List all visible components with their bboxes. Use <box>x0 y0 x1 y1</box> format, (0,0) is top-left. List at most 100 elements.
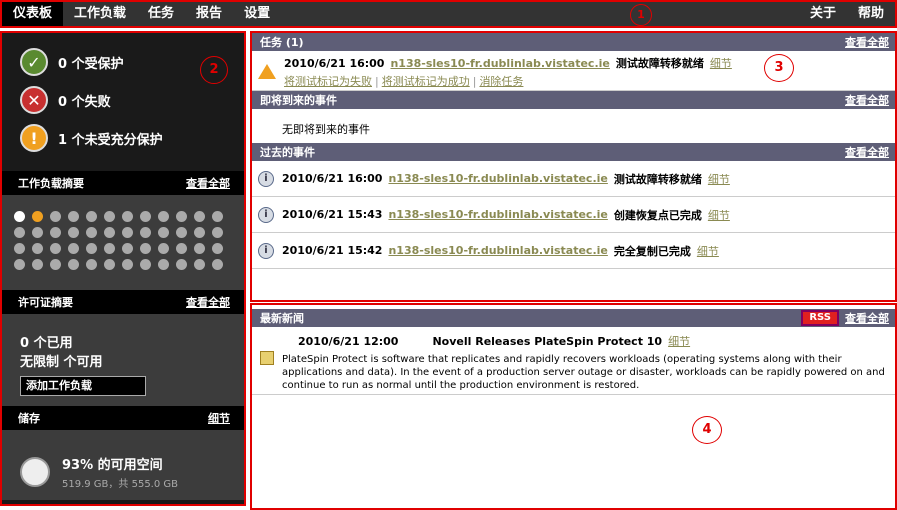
tasks-title: 任务 (1) <box>260 36 304 49</box>
workload-dot[interactable] <box>122 259 133 270</box>
workload-dot[interactable] <box>122 227 133 238</box>
event-date: 2010/6/21 16:00 <box>282 172 383 185</box>
workload-dot[interactable] <box>86 211 97 222</box>
past-view-all-link[interactable]: 查看全部 <box>845 144 889 160</box>
status-protected-label: 0 个受保护 <box>58 56 124 72</box>
workload-summary-header: 工作负载摘要 查看全部 <box>2 171 244 195</box>
workload-dot[interactable] <box>86 243 97 254</box>
workload-dot[interactable] <box>50 211 61 222</box>
workload-dot[interactable] <box>212 243 223 254</box>
nav-tasks[interactable]: 任务 <box>137 2 185 26</box>
mark-test-succeeded-link[interactable]: 将测试标记为成功 <box>382 75 470 88</box>
workload-dot[interactable] <box>14 243 25 254</box>
info-icon: i <box>258 206 274 223</box>
nav-help[interactable]: 帮助 <box>847 2 895 26</box>
event-desc: 创建恢复点已完成 <box>613 208 702 222</box>
workload-dot[interactable] <box>50 259 61 270</box>
nav-settings[interactable]: 设置 <box>233 2 281 26</box>
nav-about[interactable]: 关于 <box>799 2 847 26</box>
callout-1: 1 <box>630 4 652 26</box>
tasks-view-all-link[interactable]: 查看全部 <box>845 34 889 50</box>
status-underprotected[interactable]: ! 1 个未受充分保护 <box>2 119 244 157</box>
workload-dot[interactable] <box>158 243 169 254</box>
workload-dot[interactable] <box>32 211 43 222</box>
workload-dot[interactable] <box>14 211 25 222</box>
add-workload-button[interactable]: 添加工作负载 <box>20 376 146 396</box>
event-desc: 完全复制已完成 <box>613 244 691 258</box>
status-underprotected-label: 1 个未受充分保护 <box>58 132 163 148</box>
workload-dot[interactable] <box>104 259 115 270</box>
left-panel: ✓ 0 个受保护 ✕ 0 个失败 ! 1 个未受充分保护 工作负载摘要 查看全部… <box>0 31 246 506</box>
workload-dot[interactable] <box>68 259 79 270</box>
workload-dot[interactable] <box>68 211 79 222</box>
workload-dot[interactable] <box>176 211 187 222</box>
license-available: 无限制 个可用 <box>20 355 103 370</box>
workload-dot[interactable] <box>32 243 43 254</box>
workload-dot[interactable] <box>212 227 223 238</box>
workload-dot[interactable] <box>14 259 25 270</box>
event-date: 2010/6/21 15:42 <box>282 244 383 257</box>
workload-dot[interactable] <box>140 211 151 222</box>
workload-dot[interactable] <box>140 259 151 270</box>
workload-dot[interactable] <box>86 259 97 270</box>
storage-free-pct: 93% 的可用空间 <box>62 458 163 473</box>
workload-dot[interactable] <box>194 259 205 270</box>
storage-pie-icon <box>20 457 50 487</box>
workload-dot[interactable] <box>50 227 61 238</box>
workload-dot[interactable] <box>194 243 205 254</box>
task-detail-link[interactable]: 细节 <box>710 57 732 70</box>
license-view-all-link[interactable]: 查看全部 <box>186 294 230 310</box>
workload-view-all-link[interactable]: 查看全部 <box>186 175 230 191</box>
workload-dot[interactable] <box>104 211 115 222</box>
workload-dot[interactable] <box>32 259 43 270</box>
workload-dot[interactable] <box>158 211 169 222</box>
event-host-link[interactable]: n138-sles10-fr.dublinlab.vistatec.ie <box>388 208 607 221</box>
workload-dot[interactable] <box>68 227 79 238</box>
workload-dot[interactable] <box>86 227 97 238</box>
workload-dot[interactable] <box>140 227 151 238</box>
event-detail-link[interactable]: 细节 <box>708 171 730 187</box>
workload-dot[interactable] <box>104 227 115 238</box>
rss-button[interactable]: RSS <box>801 310 839 326</box>
warning-icon <box>258 64 276 79</box>
event-detail-link[interactable]: 细节 <box>708 207 730 223</box>
storage-detail-link[interactable]: 细节 <box>208 410 230 426</box>
mark-test-failed-link[interactable]: 将测试标记为失败 <box>284 75 372 88</box>
upcoming-title: 即将到来的事件 <box>260 94 337 107</box>
workload-dot[interactable] <box>158 259 169 270</box>
workload-dot[interactable] <box>32 227 43 238</box>
dismiss-task-link[interactable]: 消除任务 <box>479 75 523 88</box>
event-host-link[interactable]: n138-sles10-fr.dublinlab.vistatec.ie <box>388 172 607 185</box>
check-icon: ✓ <box>20 48 48 76</box>
info-icon: i <box>258 242 274 259</box>
workload-dot[interactable] <box>194 227 205 238</box>
event-detail-link[interactable]: 细节 <box>697 243 719 259</box>
news-detail-link[interactable]: 细节 <box>668 335 690 348</box>
workload-dot[interactable] <box>140 243 151 254</box>
workload-dot[interactable] <box>68 243 79 254</box>
workload-dot[interactable] <box>176 259 187 270</box>
workload-dot[interactable] <box>194 211 205 222</box>
status-failed[interactable]: ✕ 0 个失败 <box>2 81 244 119</box>
workload-dot[interactable] <box>122 243 133 254</box>
news-view-all-link[interactable]: 查看全部 <box>845 310 889 326</box>
workload-dot[interactable] <box>14 227 25 238</box>
workload-dot[interactable] <box>50 243 61 254</box>
workload-dot[interactable] <box>176 227 187 238</box>
workload-dot[interactable] <box>158 227 169 238</box>
event-host-link[interactable]: n138-sles10-fr.dublinlab.vistatec.ie <box>388 244 607 257</box>
nav-reports[interactable]: 报告 <box>185 2 233 26</box>
workload-dot[interactable] <box>122 211 133 222</box>
past-event-row: i 2010/6/21 16:00 n138-sles10-fr.dublinla… <box>252 161 895 197</box>
storage-header: 储存 细节 <box>2 406 244 430</box>
nav-workloads[interactable]: 工作负载 <box>63 2 137 26</box>
workload-dot[interactable] <box>104 243 115 254</box>
workload-dot[interactable] <box>176 243 187 254</box>
upcoming-view-all-link[interactable]: 查看全部 <box>845 92 889 108</box>
workload-dot[interactable] <box>212 259 223 270</box>
event-desc: 测试故障转移就绪 <box>613 172 702 186</box>
workload-dot[interactable] <box>212 211 223 222</box>
nav-dashboard[interactable]: 仪表板 <box>2 2 64 26</box>
news-body: PlateSpin Protect is software that repli… <box>282 354 885 391</box>
task-host-link[interactable]: n138-sles10-fr.dublinlab.vistatec.ie <box>390 57 609 70</box>
